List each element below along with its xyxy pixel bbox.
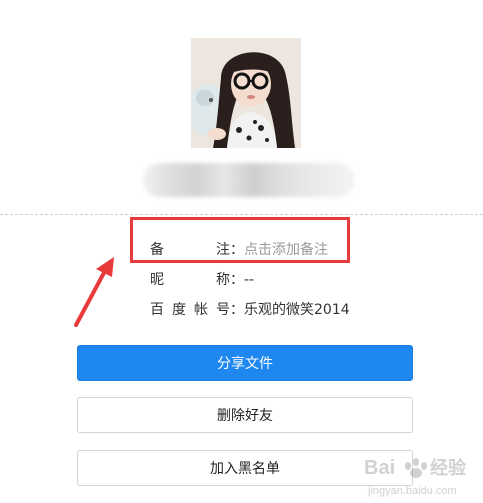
svg-text:经验: 经验 — [430, 457, 467, 479]
nickname-row: 昵称：-- — [150, 269, 254, 291]
share-file-button[interactable]: 分享文件 — [77, 345, 413, 381]
nickname-value: -- — [244, 272, 255, 288]
nickname-label: 昵称 — [150, 272, 230, 288]
avatar[interactable] — [191, 38, 301, 148]
add-to-blacklist-button[interactable]: 加入黑名单 — [77, 450, 413, 486]
highlight-box — [130, 217, 350, 263]
delete-friend-button[interactable]: 删除好友 — [77, 397, 413, 433]
blurred-username — [143, 163, 355, 197]
account-label: 百度帐号 — [150, 302, 230, 318]
account-colon: ： — [230, 302, 244, 318]
nickname-colon: ： — [230, 272, 244, 288]
divider — [0, 214, 483, 215]
avatar-image — [191, 38, 301, 148]
svg-text:jingyan.baidu.com: jingyan.baidu.com — [367, 485, 457, 497]
account-row: 百度帐号：乐观的微笑2014 — [150, 299, 350, 321]
red-arrow-icon — [74, 257, 114, 327]
account-value: 乐观的微笑2014 — [244, 302, 350, 318]
